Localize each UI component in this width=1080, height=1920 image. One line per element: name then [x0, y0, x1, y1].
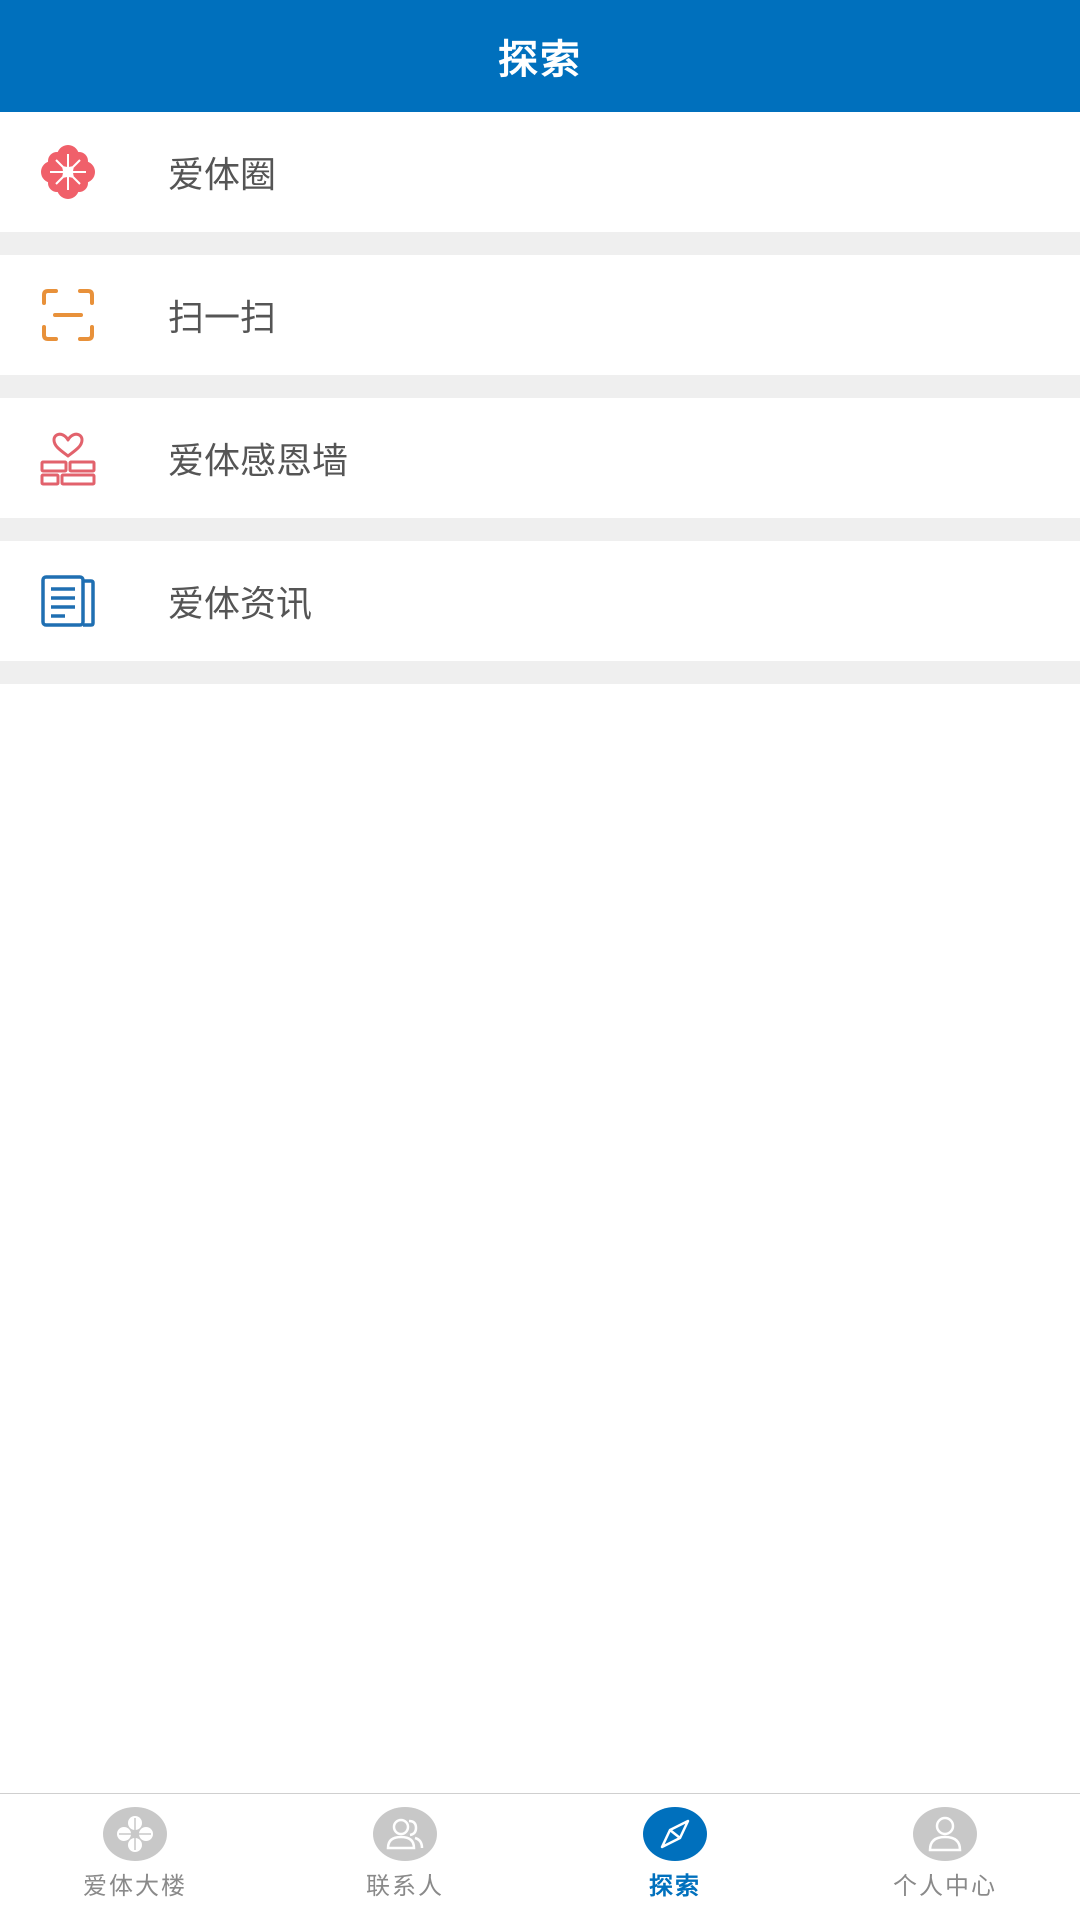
app-screen: 探索 爱体圈 扫一扫 爱体感恩墙 爱体资讯 爱体大楼 联系人 探索 个人中心 [0, 0, 1080, 1920]
scan-icon [38, 285, 98, 345]
page-title: 探索 [498, 37, 582, 83]
explore-menu: 爱体圈 扫一扫 爱体感恩墙 爱体资讯 [0, 112, 1080, 684]
menu-item-label: 爱体资讯 [168, 584, 313, 625]
divider [0, 661, 1080, 684]
tab-personal-center[interactable]: 个人中心 [810, 1794, 1080, 1920]
tab-label: 联系人 [366, 1872, 444, 1900]
compass-icon [642, 1806, 708, 1862]
bottom-tab-bar: 爱体大楼 联系人 探索 个人中心 [0, 1793, 1080, 1920]
divider [0, 232, 1080, 255]
menu-item-scan[interactable]: 扫一扫 [0, 255, 1080, 375]
divider [0, 518, 1080, 541]
menu-item-gratitude-wall[interactable]: 爱体感恩墙 [0, 398, 1080, 518]
tab-label: 个人中心 [893, 1872, 997, 1900]
contacts-icon [372, 1806, 438, 1862]
tab-label: 爱体大楼 [83, 1872, 187, 1900]
clover-icon [102, 1806, 168, 1862]
menu-item-label: 爱体圈 [168, 155, 277, 196]
tab-label: 探索 [649, 1872, 701, 1900]
tab-contacts[interactable]: 联系人 [270, 1794, 540, 1920]
menu-item-news[interactable]: 爱体资讯 [0, 541, 1080, 661]
menu-item-aiti-circle[interactable]: 爱体圈 [0, 112, 1080, 232]
menu-item-label: 扫一扫 [168, 298, 277, 339]
divider [0, 375, 1080, 398]
user-icon [912, 1806, 978, 1862]
heart-wall-icon [38, 428, 98, 488]
header-bar: 探索 [0, 0, 1080, 112]
news-icon [38, 571, 98, 631]
clover-flower-icon [38, 142, 98, 202]
tab-aiti-building[interactable]: 爱体大楼 [0, 1794, 270, 1920]
menu-item-label: 爱体感恩墙 [168, 441, 349, 482]
tab-explore[interactable]: 探索 [540, 1794, 810, 1920]
